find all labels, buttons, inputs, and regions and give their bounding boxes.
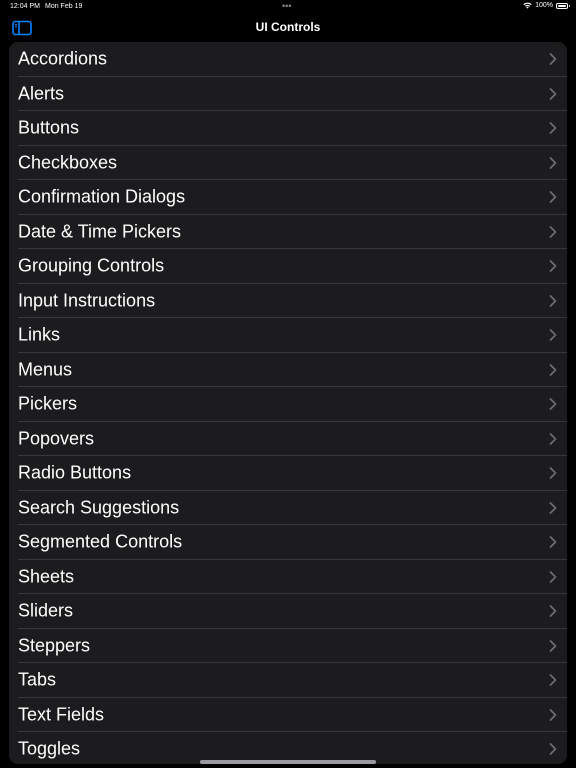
list-item-buttons[interactable]: Buttons [9,111,567,146]
list-item-label: Grouping Controls [18,255,165,276]
chevron-right-icon [549,53,557,66]
list-item-date-time-pickers[interactable]: Date & Time Pickers [9,215,567,250]
chevron-right-icon [549,639,557,652]
page-title: UI Controls [255,20,321,34]
list-item-label: Date & Time Pickers [18,221,182,242]
list-item-input-instructions[interactable]: Input Instructions [9,284,567,319]
list-item-label: Checkboxes [18,152,118,173]
chevron-right-icon [549,294,557,307]
list-item-label: Radio Buttons [18,462,132,483]
chevron-right-icon [549,329,557,342]
chevron-right-icon [549,536,557,549]
chevron-right-icon [549,432,557,445]
list-item-confirmation-dialogs[interactable]: Confirmation Dialogs [9,180,567,215]
list-item-radio-buttons[interactable]: Radio Buttons [9,456,567,491]
list-item-accordions[interactable]: Accordions [9,42,567,77]
wifi-icon [523,2,532,9]
controls-list: Accordions Alerts Buttons Checkboxes Con… [9,42,567,764]
list-item-label: Tabs [18,669,57,690]
chevron-right-icon [549,260,557,273]
list-item-label: Pickers [18,393,78,414]
navigation-bar: UI Controls [0,14,576,42]
chevron-right-icon [549,156,557,169]
chevron-right-icon [549,674,557,687]
list-item-label: Alerts [18,83,65,104]
list-item-checkboxes[interactable]: Checkboxes [9,146,567,181]
chevron-right-icon [549,363,557,376]
list-item-label: Buttons [18,117,80,138]
list-item-pickers[interactable]: Pickers [9,387,567,422]
list-item-label: Popovers [18,428,95,449]
chevron-right-icon [549,605,557,618]
list-item-label: Confirmation Dialogs [18,186,186,207]
list-item-label: Segmented Controls [18,531,183,552]
list-item-sheets[interactable]: Sheets [9,560,567,595]
list-item-segmented-controls[interactable]: Segmented Controls [9,525,567,560]
list-item-label: Accordions [18,48,108,69]
chevron-right-icon [549,501,557,514]
home-indicator[interactable] [200,760,376,764]
screen: 12:04 PM Mon Feb 19 ••• 100% UI Controls… [0,0,576,768]
status-indicators: 100% [523,2,570,9]
list-item-label: Input Instructions [18,290,156,311]
chevron-right-icon [549,708,557,721]
list-item-label: Sheets [18,566,75,587]
chevron-right-icon [549,570,557,583]
list-item-text-fields[interactable]: Text Fields [9,698,567,733]
list-item-label: Menus [18,359,73,380]
chevron-right-icon [549,467,557,480]
chevron-right-icon [549,225,557,238]
battery-icon [556,2,570,9]
list-item-label: Links [18,324,61,345]
chevron-right-icon [549,191,557,204]
list-item-search-suggestions[interactable]: Search Suggestions [9,491,567,526]
list-item-popovers[interactable]: Popovers [9,422,567,457]
status-time: 12:04 PM [10,3,40,10]
status-bar: 12:04 PM Mon Feb 19 ••• 100% [0,0,576,14]
list-item-grouping-controls[interactable]: Grouping Controls [9,249,567,284]
list-item-label: Toggles [18,738,81,759]
list-item-links[interactable]: Links [9,318,567,353]
list-item-menus[interactable]: Menus [9,353,567,388]
list-item-label: Search Suggestions [18,497,180,518]
list-item-sliders[interactable]: Sliders [9,594,567,629]
list-item-alerts[interactable]: Alerts [9,77,567,112]
chevron-right-icon [549,743,557,756]
multitasking-dots[interactable]: ••• [282,1,291,11]
chevron-right-icon [549,398,557,411]
list-item-label: Sliders [18,600,74,621]
chevron-right-icon [549,87,557,100]
list-item-label: Text Fields [18,704,105,725]
list-item-label: Steppers [18,635,91,656]
battery-percent: 100% [535,2,553,9]
chevron-right-icon [549,122,557,135]
list-item-steppers[interactable]: Steppers [9,629,567,664]
status-date: Mon Feb 19 [45,3,83,10]
list-item-tabs[interactable]: Tabs [9,663,567,698]
